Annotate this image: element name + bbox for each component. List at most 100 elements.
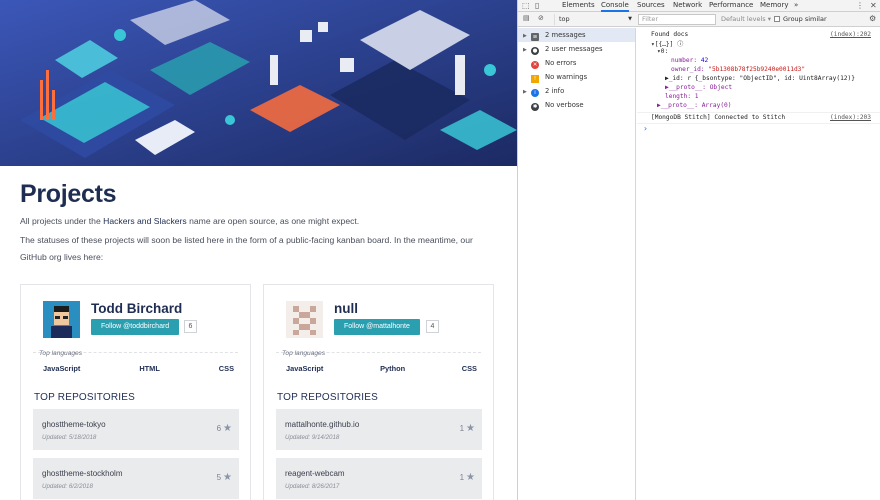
filter-input[interactable]: Filter	[638, 14, 716, 25]
sidebar-item-user-messages[interactable]: ▶ ● 2 user messages	[518, 42, 635, 56]
tab-network[interactable]: Network	[673, 1, 702, 9]
sidebar-item-info[interactable]: ▶ i 2 info	[518, 84, 635, 98]
sidebar-item-messages[interactable]: ▶ ≡ 2 messages	[518, 28, 635, 42]
star-icon: ★	[466, 423, 475, 434]
sidebar-label: 2 user messages	[545, 45, 603, 53]
console-sidebar: ▶ ≡ 2 messages ▶ ● 2 user messages ✕ No error…	[518, 28, 636, 500]
repo-stars: 1 ★	[460, 423, 475, 434]
divider	[637, 112, 880, 113]
sidebar-label: 2 messages	[545, 31, 586, 39]
levels-dropdown[interactable]: Default levels ▾	[721, 15, 771, 23]
language-item: Python	[380, 364, 406, 373]
array-toggle[interactable]: ▾[{…}] ⓘ	[651, 39, 683, 48]
tab-console[interactable]: Console	[601, 1, 629, 12]
repo-updated: Updated: 5/18/2018	[42, 434, 97, 441]
inspect-element-icon[interactable]: ⬚	[522, 1, 530, 10]
property-value: "5b1308b78f25b9240e0011d3"	[708, 66, 806, 73]
language-item: JavaScript	[43, 364, 81, 373]
close-icon[interactable]: ✕	[870, 1, 877, 10]
source-link[interactable]: (index):203	[830, 114, 871, 121]
web-page: Projects All projects under the Hackers …	[0, 0, 517, 500]
caret-icon[interactable]: ▶	[523, 85, 531, 99]
repo-item[interactable]: reagent-webcam Updated: 8/26/2017 1 ★	[276, 458, 482, 499]
more-tabs-icon[interactable]: »	[794, 1, 798, 9]
intro-suffix: name are open source, as one might expec…	[186, 216, 360, 226]
repo-name[interactable]: reagent-webcam	[285, 469, 345, 478]
top-repositories-heading: TOP REPOSITORIES	[34, 392, 136, 403]
star-count: 5	[216, 473, 222, 482]
page-title: Projects	[20, 180, 117, 208]
repo-name[interactable]: ghosttheme-tokyo	[42, 420, 106, 429]
context-select[interactable]: top ▼	[554, 14, 634, 25]
repo-updated: Updated: 9/14/2018	[285, 434, 340, 441]
info-icon: i	[531, 89, 539, 97]
tab-performance[interactable]: Performance	[709, 1, 753, 9]
repo-item[interactable]: ghosttheme-tokyo Updated: 5/18/2018 6 ★	[33, 409, 239, 450]
sidebar-toggle-icon[interactable]: ▤	[523, 14, 530, 22]
sidebar-label: No verbose	[545, 101, 584, 109]
status-line-2: GitHub org lives here:	[20, 252, 104, 262]
star-count: 6	[216, 424, 222, 433]
hackers-and-slackers-link[interactable]: Hackers and Slackers	[103, 216, 187, 226]
repo-item[interactable]: mattalhonte.github.io Updated: 9/14/2018…	[276, 409, 482, 450]
follow-button[interactable]: Follow @toddbirchard	[91, 319, 180, 335]
tab-memory[interactable]: Memory	[760, 1, 788, 9]
list-icon: ≡	[531, 33, 539, 41]
more-options-icon[interactable]: ⋮	[856, 1, 864, 10]
chevron-down-icon: ▼	[628, 16, 632, 22]
sidebar-item-verbose[interactable]: ✱ No verbose	[518, 98, 635, 112]
top-languages-label: Top languages	[39, 350, 83, 357]
star-icon: ★	[466, 472, 475, 483]
repo-stars: 5 ★	[217, 472, 232, 483]
star-icon: ★	[223, 423, 232, 434]
clear-console-icon[interactable]: ⊘	[538, 14, 544, 22]
sidebar-label: No errors	[545, 59, 577, 67]
star-count: 1	[459, 424, 465, 433]
repo-updated: Updated: 6/2/2018	[42, 483, 93, 490]
sidebar-label: No warnings	[545, 73, 588, 81]
console-prompt[interactable]: ›	[643, 124, 648, 133]
caret-icon[interactable]: ▶	[523, 43, 531, 57]
tab-elements[interactable]: Elements	[562, 1, 595, 9]
follower-count[interactable]: 4	[426, 320, 439, 333]
sidebar-label: 2 info	[545, 87, 565, 95]
gear-icon[interactable]: ⚙	[869, 14, 876, 23]
group-similar-checkbox[interactable]: Group similar	[774, 15, 827, 23]
number-property: number: 42	[671, 57, 708, 64]
proto-object[interactable]: ▶__proto__: Object	[665, 84, 732, 91]
follow-button[interactable]: Follow @mattalhonte	[334, 319, 420, 335]
length-property: length: 1	[665, 93, 699, 100]
star-count: 1	[459, 473, 465, 482]
repo-updated: Updated: 8/26/2017	[285, 483, 340, 490]
sidebar-item-warnings[interactable]: ! No warnings	[518, 70, 635, 84]
language-item: CSS	[461, 364, 477, 373]
repo-name[interactable]: mattalhonte.github.io	[285, 420, 359, 429]
isometric-tech-illustration	[0, 0, 517, 166]
status-line-1: The statuses of these projects will soon…	[20, 235, 473, 245]
proto-array[interactable]: ▶__proto__: Array(0)	[657, 102, 732, 109]
console-output: Found docs (index):202 ▾[{…}] ⓘ ▾0: numb…	[637, 28, 880, 500]
devtools-panel: ⬚ ▯ Elements Console Sources Network Per…	[517, 0, 880, 500]
repo-item[interactable]: ghosttheme-stockholm Updated: 6/2/2018 5…	[33, 458, 239, 499]
language-item: JavaScript	[286, 364, 324, 373]
object-toggle[interactable]: ▾0:	[657, 48, 668, 55]
device-toggle-icon[interactable]: ▯	[535, 1, 539, 10]
tab-sources[interactable]: Sources	[637, 1, 665, 9]
property-key: number:	[671, 57, 698, 64]
source-link[interactable]: (index):202	[830, 31, 871, 38]
avatar	[43, 301, 80, 338]
status-paragraph: The statuses of these projects will soon…	[20, 232, 500, 266]
devtools-tab-bar: ⬚ ▯ Elements Console Sources Network Per…	[518, 0, 880, 12]
repo-stars: 1 ★	[460, 472, 475, 483]
star-icon: ★	[223, 472, 232, 483]
console-message: Found docs	[651, 31, 689, 38]
repo-name[interactable]: ghosttheme-stockholm	[42, 469, 122, 478]
intro-prefix: All projects under the	[20, 216, 104, 226]
checkbox-icon[interactable]	[774, 16, 780, 22]
sidebar-item-errors[interactable]: ✕ No errors	[518, 56, 635, 70]
repo-stars: 6 ★	[217, 423, 232, 434]
follower-count[interactable]: 6	[184, 320, 197, 333]
id-property[interactable]: ▶_id: r {_bsontype: "ObjectID", id: Uint…	[665, 75, 855, 82]
caret-icon[interactable]: ▶	[523, 29, 531, 43]
language-item: CSS	[218, 364, 234, 373]
